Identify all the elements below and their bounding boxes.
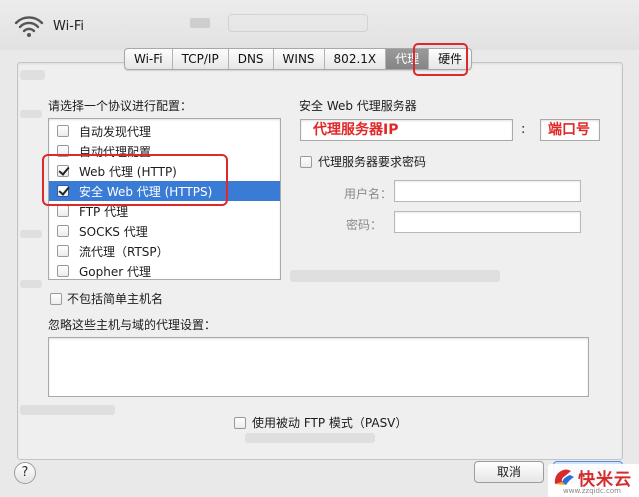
- proxy-server-input[interactable]: 代理服务器IP: [300, 119, 513, 141]
- background-ghost: [290, 270, 500, 282]
- annotation-highlight-tab: [413, 43, 468, 76]
- protocol-heading: 请选择一个协议进行配置：: [48, 99, 193, 113]
- protocol-auto-discovery[interactable]: 自动发现代理: [49, 121, 280, 141]
- server-ip-annotation: 代理服务器IP: [313, 122, 399, 138]
- protocol-label: SOCKS 代理: [79, 224, 148, 239]
- tab-dns[interactable]: DNS: [229, 49, 274, 69]
- background-ghost: [190, 14, 370, 34]
- background-ghost: [20, 230, 42, 238]
- help-button[interactable]: ?: [14, 462, 36, 484]
- tab-wins[interactable]: WINS: [274, 49, 325, 69]
- window-title: Wi-Fi: [53, 19, 85, 34]
- username-label: 用户名：: [344, 187, 393, 201]
- passive-ftp-checkbox[interactable]: [234, 416, 246, 429]
- background-ghost: [20, 70, 45, 80]
- exclude-simple-hostnames[interactable]: 不包括简单主机名: [50, 290, 163, 307]
- cancel-button[interactable]: 取消: [474, 461, 544, 483]
- protocol-checkbox[interactable]: [57, 225, 69, 237]
- exclude-simple-label: 不包括简单主机名: [67, 292, 164, 306]
- username-input[interactable]: [394, 180, 581, 202]
- wifi-icon: [14, 16, 44, 37]
- passive-ftp[interactable]: 使用被动 FTP 模式（PASV）: [234, 414, 407, 431]
- password-input[interactable]: [394, 211, 581, 233]
- protocol-rtsp[interactable]: 流代理（RTSP）: [49, 241, 280, 261]
- requires-password-label: 代理服务器要求密码: [318, 155, 427, 169]
- proxy-server-heading: 安全 Web 代理服务器: [299, 99, 417, 113]
- tab-wifi[interactable]: Wi-Fi: [125, 49, 173, 69]
- protocol-label: 自动发现代理: [79, 124, 152, 139]
- protocol-checkbox[interactable]: [57, 205, 69, 217]
- host-port-separator: :: [521, 122, 526, 137]
- background-ghost: [245, 433, 375, 443]
- tab-8021x[interactable]: 802.1X: [325, 49, 387, 69]
- background-ghost: [20, 405, 115, 415]
- port-annotation: 端口号: [548, 122, 590, 138]
- bypass-heading: 忽略这些主机与域的代理设置：: [48, 318, 217, 332]
- exclude-simple-checkbox[interactable]: [50, 292, 62, 305]
- protocol-label: Gopher 代理: [79, 264, 151, 279]
- annotation-highlight-protocols: [42, 154, 228, 206]
- protocol-socks[interactable]: SOCKS 代理: [49, 221, 280, 241]
- bypass-hosts-textarea[interactable]: [48, 337, 589, 397]
- watermark-logo-icon: [554, 469, 574, 485]
- passive-ftp-label: 使用被动 FTP 模式（PASV）: [252, 416, 408, 430]
- watermark-url: www.zzqidc.com: [563, 487, 621, 495]
- proxy-port-input[interactable]: 端口号: [540, 119, 600, 141]
- tab-tcpip[interactable]: TCP/IP: [173, 49, 229, 69]
- protocol-checkbox[interactable]: [57, 265, 69, 277]
- requires-password[interactable]: 代理服务器要求密码: [300, 153, 426, 170]
- requires-password-checkbox[interactable]: [300, 155, 312, 168]
- background-ghost: [20, 280, 42, 288]
- protocol-gopher[interactable]: Gopher 代理: [49, 261, 280, 281]
- background-ghost: [20, 110, 42, 118]
- protocol-label: 流代理（RTSP）: [79, 244, 169, 259]
- protocol-checkbox[interactable]: [57, 125, 69, 137]
- protocol-checkbox[interactable]: [57, 245, 69, 257]
- password-label: 密码：: [346, 218, 383, 232]
